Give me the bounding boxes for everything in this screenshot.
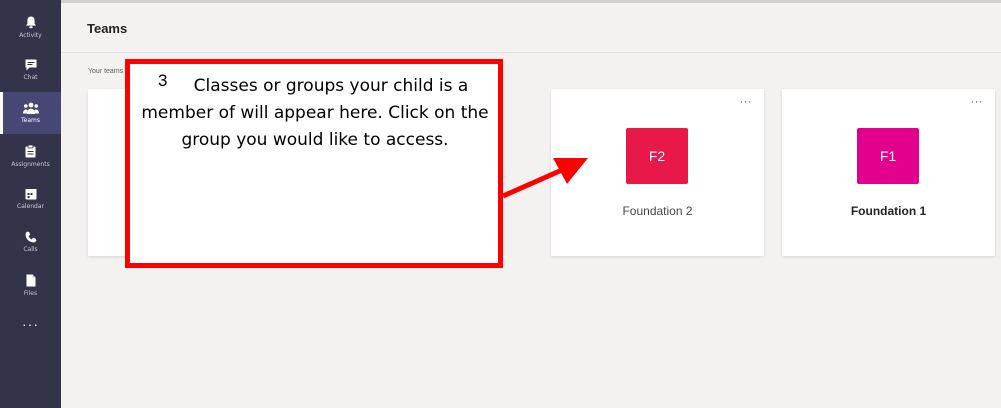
team-card-foundation-1[interactable]: ··· F1 Foundation 1 — [782, 89, 995, 256]
calendar-icon — [25, 189, 36, 200]
rail-item-assignments[interactable]: Assignments — [0, 135, 61, 177]
page-title: Teams — [87, 21, 128, 36]
rail-item-activity[interactable]: Activity — [0, 6, 61, 48]
rail-item-label: Calls — [23, 246, 38, 253]
file-icon — [26, 274, 35, 286]
rail-item-calls[interactable]: Calls — [0, 221, 61, 263]
rail-item-label: Files — [23, 289, 38, 297]
instruction-text: Classes or groups your child is a member… — [141, 76, 489, 150]
bell-icon — [25, 16, 36, 28]
rail-item-calendar[interactable]: Calendar — [0, 178, 61, 220]
more-options-icon[interactable]: ··· — [971, 96, 984, 108]
header-bar: Teams — [61, 3, 1001, 53]
team-avatar: F2 — [626, 128, 688, 184]
rail-item-label: Activity — [19, 31, 42, 39]
rail-item-label: Assignments — [11, 160, 50, 168]
phone-icon — [25, 231, 36, 243]
more-options-icon[interactable]: ··· — [740, 96, 753, 108]
team-name: Foundation 1 — [850, 204, 927, 218]
team-name: Foundation 2 — [622, 204, 693, 218]
rail-item-label: Chat — [23, 74, 38, 81]
rail-item-label: Calendar — [17, 203, 44, 210]
rail-item-label: Teams — [21, 117, 40, 124]
rail-item-teams[interactable]: Teams — [0, 92, 61, 134]
rail-item-chat[interactable]: Chat — [0, 49, 61, 91]
team-avatar: F1 — [857, 128, 919, 184]
app-rail: Activity Chat Teams Assignments Calendar… — [0, 0, 61, 408]
section-label: Your teams — [88, 68, 124, 75]
team-card-foundation-2[interactable]: ··· F2 Foundation 2 — [551, 89, 764, 256]
chat-icon — [25, 59, 36, 71]
assignments-icon — [25, 144, 36, 157]
teams-icon — [22, 102, 39, 114]
more-apps-button[interactable]: ··· — [0, 316, 61, 332]
rail-item-files[interactable]: Files — [0, 264, 61, 306]
